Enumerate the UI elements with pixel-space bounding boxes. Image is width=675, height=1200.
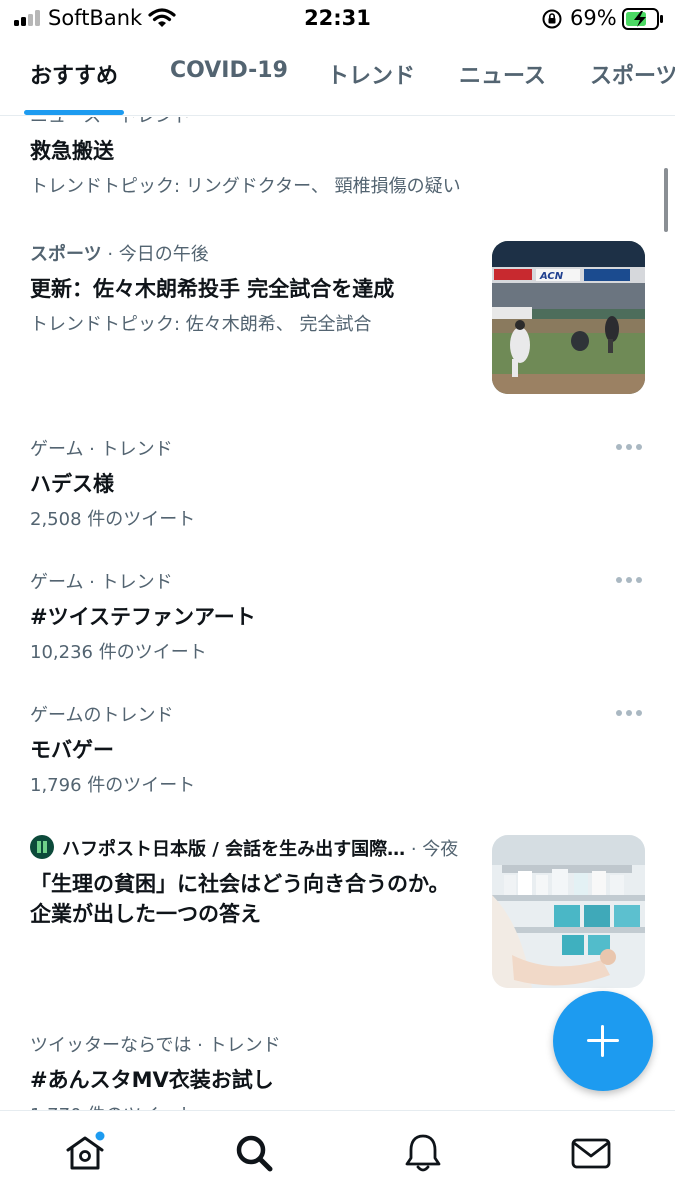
notifications-icon[interactable] xyxy=(401,1131,445,1175)
trend-subtitle: トレンドトピック: リングドクター、 頸椎損傷の疑い xyxy=(30,176,461,197)
status-bar: SoftBank 22:31 69% xyxy=(0,0,675,38)
home-icon[interactable] xyxy=(63,1131,107,1175)
time-label: · 今夜 xyxy=(405,839,459,860)
more-options-icon[interactable] xyxy=(616,117,646,119)
trend-item-emergency[interactable]: ニュース・トレンド 救急搬送 トレンドトピック: リングドクター、 頸椎損傷の疑… xyxy=(30,117,461,198)
tweet-count: 2,508 件のツイート xyxy=(30,509,196,530)
trend-meta: ゲーム · トレンド xyxy=(30,572,173,593)
more-options-icon[interactable] xyxy=(616,708,646,718)
news-title-line-2: 企業が出した一つの答え xyxy=(30,902,261,926)
trend-title: ハデス様 xyxy=(30,472,114,496)
bottom-nav xyxy=(0,1110,675,1200)
time-label: · 今日の午後 xyxy=(101,244,209,265)
trend-meta: ツイッターならでは · トレンド xyxy=(30,1035,281,1056)
compose-tweet-button[interactable] xyxy=(553,991,653,1091)
tab-sports[interactable]: スポーツ xyxy=(590,58,675,90)
trend-title: #ツイステファンアート xyxy=(30,605,256,629)
trend-item-ensemble-stars[interactable]: ツイッターならでは · トレンド #あんスタMV衣装お試し 1,770 件のツイ… xyxy=(30,1031,281,1110)
tweet-count: 1,770 件のツイート xyxy=(30,1101,281,1110)
news-thumbnail[interactable] xyxy=(492,835,645,988)
trend-title: モバゲー xyxy=(30,738,114,762)
tab-recommended[interactable]: おすすめ xyxy=(30,58,118,90)
trend-meta: ニュース・トレンド xyxy=(30,117,461,128)
more-options-icon[interactable] xyxy=(616,575,646,585)
more-options-icon[interactable] xyxy=(616,442,646,452)
trend-title: 更新：佐々木朗希投手 完全試合を達成 xyxy=(30,277,395,301)
tweet-count: 10,236 件のツイート xyxy=(30,642,207,663)
home-badge xyxy=(95,1131,105,1141)
search-icon[interactable] xyxy=(232,1131,276,1175)
trend-item-mobage[interactable]: ゲームのトレンド モバゲー 1,796 件のツイート xyxy=(30,701,195,797)
trend-item-sasaki[interactable]: スポーツ · 今日の午後 更新：佐々木朗希投手 完全試合を達成 トレンドトピック… xyxy=(30,240,394,336)
tab-covid-19[interactable]: COVID-19 xyxy=(170,58,288,83)
trend-meta: ゲームのトレンド xyxy=(30,705,174,726)
baseball-thumbnail[interactable]: ACN xyxy=(492,241,645,394)
trend-meta: スポーツ · 今日の午後 xyxy=(30,240,394,266)
tab-trending[interactable]: トレンド xyxy=(327,58,415,90)
news-title-line-1: 「生理の貧困」に社会はどう向き合うのか。 xyxy=(30,872,450,896)
rotation-lock-icon xyxy=(542,9,562,29)
trend-meta: ゲーム · トレンド xyxy=(30,439,173,460)
trend-item-hades[interactable]: ゲーム · トレンド ハデス様 2,508 件のツイート xyxy=(30,435,195,531)
tab-bar: おすすめ COVID-19 トレンド ニュース スポーツ xyxy=(0,38,675,116)
messages-icon[interactable] xyxy=(569,1131,613,1175)
news-source: ハフポスト日本版 / 会話を生み出す国際… xyxy=(62,839,406,860)
trend-title: 救急搬送 xyxy=(30,139,114,163)
trend-item-twisted-fanart[interactable]: ゲーム · トレンド #ツイステファンアート 10,236 件のツイート xyxy=(30,568,256,664)
active-tab-indicator xyxy=(24,110,124,115)
battery-charging-icon xyxy=(622,8,663,30)
tab-news[interactable]: ニュース xyxy=(459,58,546,90)
category-label: スポーツ xyxy=(30,244,102,265)
battery-percent: 69% xyxy=(570,6,617,30)
trend-feed: ニュース・トレンド 救急搬送 トレンドトピック: リングドクター、 頸椎損傷の疑… xyxy=(0,117,675,1110)
news-item-huffpost[interactable]: ハフポスト日本版 / 会話を生み出す国際… · 今夜 「生理の貧困」に社会はどう… xyxy=(30,835,458,929)
svg-text:ACN: ACN xyxy=(539,271,564,282)
huffpost-logo-icon xyxy=(30,835,54,859)
scroll-indicator[interactable] xyxy=(664,168,668,232)
tweet-count: 1,796 件のツイート xyxy=(30,775,196,796)
trend-title: #あんスタMV衣装お試し xyxy=(30,1068,274,1092)
trend-subtitle: トレンドトピック: 佐々木朗希、 完全試合 xyxy=(30,314,372,335)
news-meta: ハフポスト日本版 / 会話を生み出す国際… · 今夜 xyxy=(30,835,458,861)
